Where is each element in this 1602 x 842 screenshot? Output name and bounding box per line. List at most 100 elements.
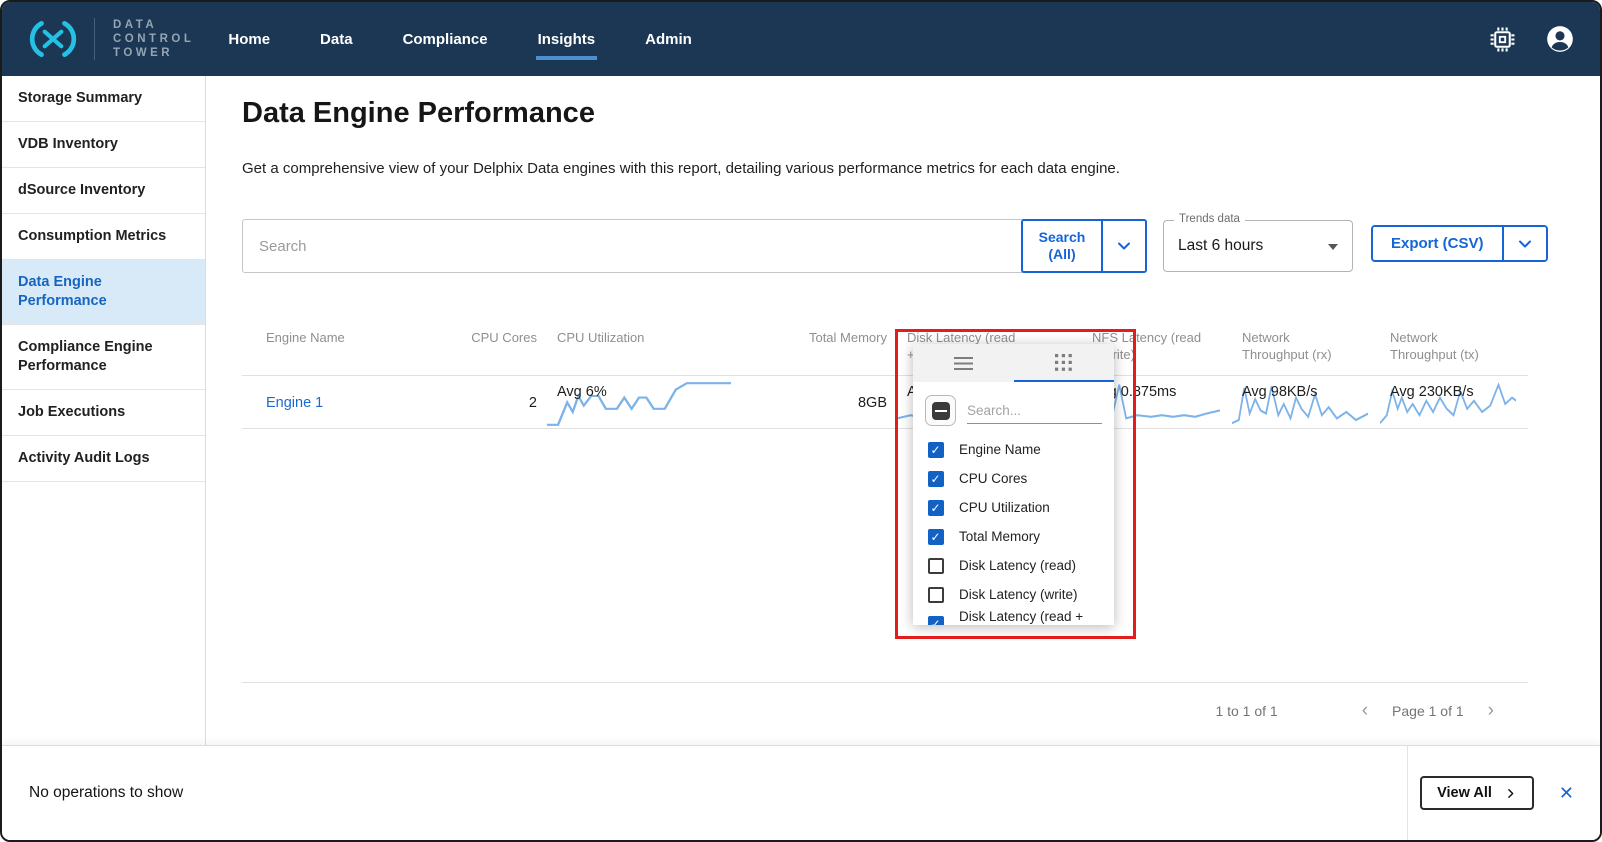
- controls-row: Search (All) Trends data Last 6 hours Ex…: [242, 219, 1528, 273]
- table-empty-area: [242, 429, 1528, 683]
- column-chooser-popup: Engine Name CPU Cores CPU Utilization To…: [913, 344, 1114, 625]
- column-item-label: Disk Latency (read + write): [959, 609, 1099, 626]
- nav-item-data[interactable]: Data: [318, 19, 355, 60]
- checkbox-icon[interactable]: [928, 529, 944, 545]
- delphix-logo-icon: [28, 20, 78, 58]
- column-item-disk-latency-write[interactable]: Disk Latency (write): [913, 580, 1114, 609]
- view-all-button[interactable]: View All: [1420, 776, 1534, 810]
- column-checkbox-list: Engine Name CPU Cores CPU Utilization To…: [913, 435, 1114, 625]
- col-header-cpu-utilization[interactable]: CPU Utilization: [547, 329, 747, 363]
- chip-icon[interactable]: [1489, 26, 1516, 53]
- sidebar-item-job-executions[interactable]: Job Executions: [2, 390, 205, 436]
- footer-divider: [1407, 746, 1408, 840]
- col-header-network-rx[interactable]: Network Throughput (rx): [1232, 329, 1357, 363]
- search-button-label: Search: [1039, 229, 1086, 246]
- indeterminate-checkbox-icon: [932, 402, 950, 420]
- search-options-chevron-down-icon[interactable]: [1101, 221, 1145, 271]
- app-window: DATA CONTROL TOWER Home Data Compliance …: [0, 0, 1602, 842]
- search-all-button[interactable]: Search (All): [1023, 221, 1101, 271]
- col-header-total-memory[interactable]: Total Memory: [747, 329, 897, 363]
- checkbox-icon[interactable]: [928, 616, 944, 626]
- column-item-cpu-cores[interactable]: CPU Cores: [913, 464, 1114, 493]
- network-rx-value: Avg 98KB/s: [1242, 384, 1318, 400]
- pagination-range: 1 to 1 of 1: [1215, 703, 1277, 719]
- cpu-utilization-value: Avg 6%: [557, 384, 607, 400]
- brand-divider: [94, 18, 95, 60]
- grid-icon: [1055, 354, 1072, 371]
- network-tx-value: Avg 230KB/s: [1390, 384, 1474, 400]
- network-rx-cell: Avg 98KB/s: [1232, 376, 1380, 429]
- column-chooser-tabs: [913, 344, 1114, 382]
- table-row: Engine 1 2 Avg 6% 8GB Avg 1.73ms: [242, 376, 1528, 429]
- view-all-label: View All: [1437, 785, 1492, 801]
- checkbox-icon[interactable]: [928, 500, 944, 516]
- sidebar-item-consumption-metrics[interactable]: Consumption Metrics: [2, 214, 205, 260]
- brand-text: DATA CONTROL TOWER: [113, 18, 194, 60]
- column-item-label: Disk Latency (write): [959, 587, 1078, 602]
- nav-item-home[interactable]: Home: [226, 19, 272, 60]
- search-button-scope: (All): [1048, 246, 1075, 263]
- export-button-group: Export (CSV): [1371, 225, 1548, 262]
- sidebar-item-compliance-engine-performance[interactable]: Compliance Engine Performance: [2, 325, 205, 390]
- sidebar-item-activity-audit-logs[interactable]: Activity Audit Logs: [2, 436, 205, 482]
- dropdown-arrow-icon: [1328, 244, 1338, 250]
- pagination: 1 to 1 of 1 ‹ Page 1 of 1 ›: [242, 701, 1528, 720]
- main-content: Data Engine Performance Get a comprehens…: [207, 76, 1600, 745]
- export-options-chevron-down-icon[interactable]: [1502, 227, 1546, 260]
- nav-item-compliance[interactable]: Compliance: [401, 19, 490, 60]
- page-title: Data Engine Performance: [242, 97, 1528, 130]
- column-search-input[interactable]: [967, 398, 1102, 424]
- nav-item-admin[interactable]: Admin: [643, 19, 694, 60]
- column-item-label: Disk Latency (read): [959, 558, 1076, 573]
- top-navbar: DATA CONTROL TOWER Home Data Compliance …: [2, 2, 1600, 76]
- pagination-page: Page 1 of 1: [1392, 703, 1464, 719]
- checkbox-icon[interactable]: [928, 558, 944, 574]
- column-item-cpu-utilization[interactable]: CPU Utilization: [913, 493, 1114, 522]
- sidebar-item-dsource-inventory[interactable]: dSource Inventory: [2, 168, 205, 214]
- cpu-utilization-cell: Avg 6%: [547, 376, 747, 429]
- close-icon[interactable]: ✕: [1559, 783, 1574, 804]
- cpu-cores-value: 2: [457, 395, 547, 411]
- column-item-engine-name[interactable]: Engine Name: [913, 435, 1114, 464]
- toggle-all-columns-checkbox[interactable]: [925, 395, 956, 426]
- previous-page-chevron-icon[interactable]: ‹: [1356, 701, 1374, 720]
- operations-bar: No operations to show View All ✕: [2, 745, 1600, 840]
- operations-message: No operations to show: [29, 784, 183, 802]
- column-item-label: CPU Cores: [959, 471, 1027, 486]
- column-item-label: CPU Utilization: [959, 500, 1050, 515]
- column-item-disk-latency-read[interactable]: Disk Latency (read): [913, 551, 1114, 580]
- network-tx-cell: Avg 230KB/s: [1380, 376, 1528, 429]
- export-csv-button[interactable]: Export (CSV): [1373, 227, 1502, 260]
- chevron-right-icon: [1504, 787, 1517, 800]
- col-header-cpu-cores[interactable]: CPU Cores: [457, 329, 547, 363]
- table-header-row: Engine Name CPU Cores CPU Utilization To…: [242, 329, 1528, 376]
- trends-data-value: Last 6 hours: [1164, 221, 1352, 271]
- total-memory-value: 8GB: [747, 395, 897, 411]
- primary-nav: Home Data Compliance Insights Admin: [226, 19, 693, 60]
- search-input[interactable]: [242, 219, 1147, 273]
- column-item-label: Engine Name: [959, 442, 1041, 457]
- engine-name-link[interactable]: Engine 1: [266, 395, 323, 411]
- col-header-engine-name[interactable]: Engine Name: [242, 329, 457, 363]
- nav-item-insights[interactable]: Insights: [536, 19, 598, 60]
- sidebar: Storage Summary VDB Inventory dSource In…: [2, 76, 206, 745]
- checkbox-icon[interactable]: [928, 471, 944, 487]
- column-item-disk-latency-read-write[interactable]: Disk Latency (read + write): [913, 609, 1114, 625]
- engines-table: Engine Name CPU Cores CPU Utilization To…: [242, 329, 1528, 683]
- search-button-group: Search (All): [1021, 219, 1147, 273]
- column-item-total-memory[interactable]: Total Memory: [913, 522, 1114, 551]
- next-page-chevron-icon[interactable]: ›: [1482, 701, 1500, 720]
- checkbox-icon[interactable]: [928, 587, 944, 603]
- tab-list-view[interactable]: [913, 344, 1014, 382]
- sidebar-item-vdb-inventory[interactable]: VDB Inventory: [2, 122, 205, 168]
- checkbox-icon[interactable]: [928, 442, 944, 458]
- tab-grid-view[interactable]: [1014, 344, 1115, 382]
- trends-data-label: Trends data: [1174, 213, 1245, 225]
- sidebar-item-data-engine-performance[interactable]: Data Engine Performance: [2, 260, 205, 325]
- trends-data-select[interactable]: Trends data Last 6 hours: [1163, 220, 1353, 272]
- hamburger-icon: [954, 356, 973, 371]
- account-icon[interactable]: [1546, 25, 1574, 53]
- sidebar-item-storage-summary[interactable]: Storage Summary: [2, 76, 205, 122]
- col-header-network-tx[interactable]: Network Throughput (tx): [1380, 329, 1505, 363]
- column-item-label: Total Memory: [959, 529, 1040, 544]
